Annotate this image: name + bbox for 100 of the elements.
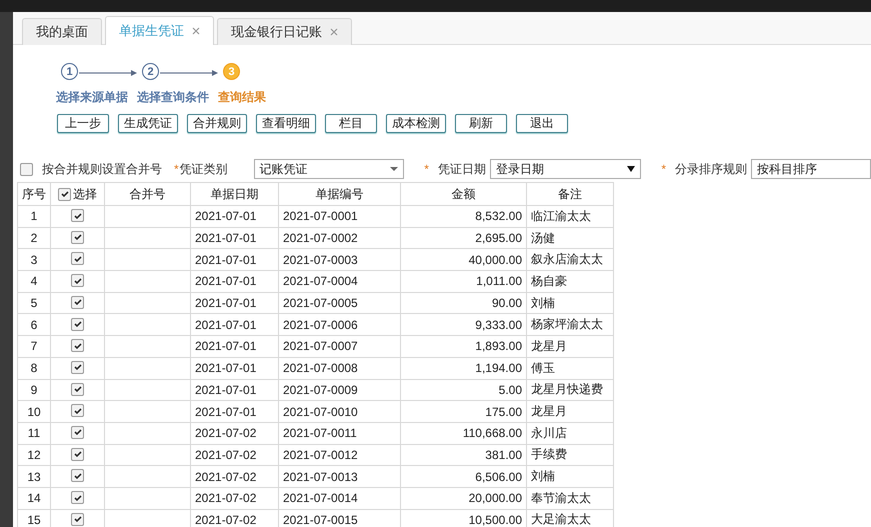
table-cell: 40,000.00: [400, 248, 526, 271]
table-cell: 汤健: [526, 227, 614, 249]
table-cell: 9,333.00: [400, 314, 526, 336]
table-cell: 2021-07-01: [190, 379, 278, 401]
step-number: 2: [142, 63, 159, 80]
table-cell: 12: [18, 444, 50, 466]
table-cell: 5: [18, 292, 50, 314]
table-cell: 2021-07-02: [190, 487, 278, 510]
column-header: 备注: [526, 182, 614, 206]
table-cell: 2021-07-0008: [278, 357, 400, 379]
toolbar-button[interactable]: 查看明细: [256, 114, 316, 133]
table-cell: 1,194.00: [400, 357, 526, 379]
table-cell: 5.00: [400, 379, 526, 401]
column-header: 序号: [18, 182, 50, 206]
tab[interactable]: 我的桌面: [22, 18, 102, 45]
column-header: 合并号: [104, 182, 190, 206]
table-cell: 2021-07-0004: [278, 270, 400, 292]
toolbar-button[interactable]: 生成凭证: [118, 114, 178, 133]
table-cell: 2021-07-02: [190, 422, 278, 444]
toolbar-button[interactable]: 退出: [516, 114, 568, 133]
step-label: 选择来源单据: [56, 89, 128, 106]
table-cell: 6: [18, 314, 50, 336]
field-label: 分录排序规则: [675, 160, 747, 178]
column-header: 单据编号: [278, 182, 400, 206]
table-cell: 8,532.00: [400, 206, 526, 228]
table-cell: 7: [18, 336, 50, 358]
table-cell: 90.00: [400, 292, 526, 314]
table-cell: 刘楠: [526, 466, 614, 488]
table-cell: 2021-07-0003: [278, 248, 400, 271]
table-cell: 杨自豪: [526, 270, 614, 292]
table-cell: 2021-07-01: [190, 400, 278, 422]
table-cell: 6,506.00: [400, 466, 526, 488]
table-cell: 175.00: [400, 400, 526, 422]
required-mark: *: [661, 162, 666, 176]
table-cell: 2021-07-01: [190, 248, 278, 271]
table-cell: 110,668.00: [400, 422, 526, 444]
table-cell: 2021-07-01: [190, 227, 278, 249]
table-cell: 8: [18, 357, 50, 379]
toolbar-button[interactable]: 栏目: [325, 114, 377, 133]
step-label: 查询结果: [218, 89, 266, 106]
table-cell: 2021-07-01: [190, 314, 278, 336]
table-cell: 2021-07-0010: [278, 400, 400, 422]
required-mark: *: [424, 162, 429, 176]
table-cell: 2021-07-0001: [278, 206, 400, 228]
table-cell: 14: [18, 487, 50, 510]
table-cell: 2021-07-0006: [278, 314, 400, 336]
step-number: 1: [61, 63, 78, 80]
table-cell: 13: [18, 466, 50, 488]
column-header: 金额: [400, 182, 526, 206]
table-cell: 杨家坪渝太太: [526, 314, 614, 336]
table-cell: 4: [18, 270, 50, 292]
table-cell: 龙星月: [526, 400, 614, 422]
table-cell: 3: [18, 248, 50, 271]
table-cell: 2021-07-01: [190, 292, 278, 314]
table-cell: 2021-07-0012: [278, 444, 400, 466]
column-header: 选择: [50, 182, 104, 206]
table-cell: 9: [18, 379, 50, 401]
table-cell: 奉节渝太太: [526, 487, 614, 510]
required-mark: *: [174, 162, 179, 176]
table-cell: 2021-07-02: [190, 444, 278, 466]
table-cell: 2021-07-01: [190, 206, 278, 228]
table-cell: 10: [18, 400, 50, 422]
select-field[interactable]: 登录日期: [490, 159, 642, 179]
table-cell: 傅玉: [526, 357, 614, 379]
step-number: 3: [223, 63, 240, 80]
table-cell: 龙星月快递费: [526, 379, 614, 401]
field-label: 凭证日期: [438, 160, 486, 178]
table-cell: 龙星月: [526, 336, 614, 358]
table-cell: 1,011.00: [400, 270, 526, 292]
table-cell: 1: [18, 206, 50, 228]
toolbar-button[interactable]: 上一步: [57, 114, 109, 133]
table-cell: 临江渝太太: [526, 206, 614, 228]
table-cell: 2021-07-01: [190, 357, 278, 379]
table-cell: 2021-07-01: [190, 270, 278, 292]
table-cell: 永川店: [526, 422, 614, 444]
table-cell: 15: [18, 509, 50, 527]
table-cell: 2021-07-0011: [278, 422, 400, 444]
table-cell: 2021-07-01: [190, 336, 278, 358]
table-cell: 2021-07-02: [190, 466, 278, 488]
table-cell: 11: [18, 422, 50, 444]
table-cell: 20,000.00: [400, 487, 526, 510]
select-field[interactable]: 按科目排序: [751, 159, 871, 179]
toolbar-button[interactable]: 合并规则: [187, 114, 247, 133]
checkbox-label: 按合并规则设置合并号: [42, 160, 162, 178]
tab[interactable]: 现金银行日记账: [217, 18, 352, 45]
select-field[interactable]: 记账凭证: [254, 159, 404, 179]
table-cell: 刘楠: [526, 292, 614, 314]
table-cell: 2021-07-0009: [278, 379, 400, 401]
table-cell: 1,893.00: [400, 336, 526, 358]
table-cell: 2021-07-0013: [278, 466, 400, 488]
table-cell: 叙永店渝太太: [526, 248, 614, 271]
toolbar-button[interactable]: 成本检测: [386, 114, 446, 133]
field-label: 凭证类别: [180, 160, 228, 178]
table-cell: 2021-07-0005: [278, 292, 400, 314]
toolbar-button[interactable]: 刷新: [455, 114, 507, 133]
table-cell: 2: [18, 227, 50, 249]
column-header: 单据日期: [190, 182, 278, 206]
table-cell: 381.00: [400, 444, 526, 466]
table-cell: 2021-07-0014: [278, 487, 400, 510]
table-cell: 2021-07-0007: [278, 336, 400, 358]
